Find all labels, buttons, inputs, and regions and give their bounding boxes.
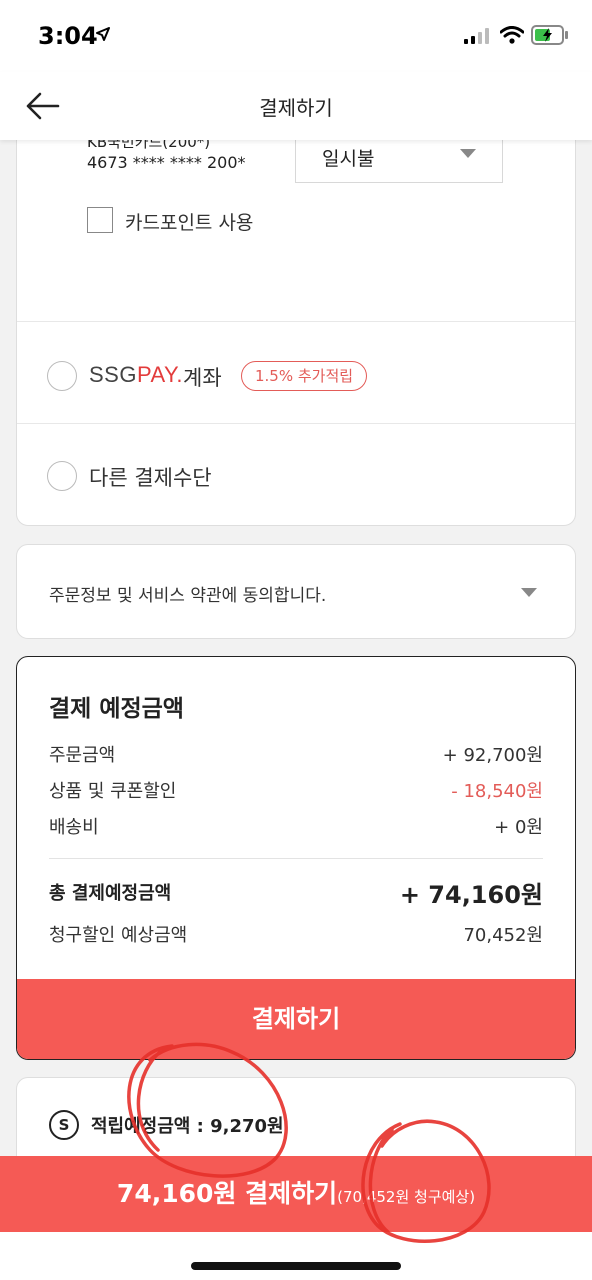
terms-agreement[interactable]: 주문정보 및 서비스 약관에 동의합니다. [16, 544, 576, 639]
summary-billing-row: 청구할인 예상금액 70,452원 [49, 921, 543, 949]
summary-row-shipping: 배송비 + 0원 [49, 813, 543, 841]
status-bar: 3:04 [0, 0, 592, 72]
bottom-pay-main-text: 74,160원 결제하기 [116, 1179, 338, 1208]
other-payment-option[interactable]: 다른 결제수단 [47, 461, 347, 495]
ssgpay-account-option[interactable]: SSGPAY. 계좌 1.5% 추가적립 [47, 361, 387, 395]
ssgpay-logo-ssg: SSG [89, 362, 137, 387]
status-time: 3:04 [38, 22, 98, 50]
page-title: 결제하기 [259, 96, 333, 120]
terms-text: 주문정보 및 서비스 약관에 동의합니다. [49, 586, 327, 606]
wifi-icon [500, 26, 524, 44]
total-value: + 74,160원 [399, 881, 543, 909]
checkbox-icon[interactable] [87, 207, 113, 233]
ssgpay-logo: SSGPAY. [89, 362, 183, 388]
other-payment-label: 다른 결제수단 [89, 466, 212, 490]
summary-row-value: - 18,540원 [451, 781, 543, 802]
radio-icon[interactable] [47, 461, 77, 491]
radio-icon[interactable] [47, 361, 77, 391]
summary-row-order: 주문금액 + 92,700원 [49, 741, 543, 769]
summary-row-label: 배송비 [49, 817, 99, 838]
billing-value: 70,452원 [463, 925, 543, 946]
summary-row-value: + 92,700원 [442, 745, 543, 766]
signal-icon [464, 28, 489, 44]
points-label: 적립예정금액 : 9,270원 [91, 1116, 284, 1137]
summary-row-label: 주문금액 [49, 745, 116, 766]
summary-title: 결제 예정금액 [49, 696, 184, 722]
pay-button[interactable]: 결제하기 [17, 979, 575, 1059]
home-area [0, 1232, 592, 1280]
bottom-pay-button[interactable]: 74,160원 결제하기(70,452원 청구예상) [0, 1156, 592, 1232]
nav-bar: 결제하기 [0, 72, 592, 140]
divider [17, 321, 575, 322]
ssgpay-account-label: 계좌 [183, 366, 222, 390]
divider [17, 423, 575, 424]
chevron-down-icon[interactable] [521, 588, 537, 598]
dropdown-arrow-icon [460, 149, 476, 158]
card-point-label: 카드포인트 사용 [125, 212, 254, 234]
location-arrow-icon [96, 27, 110, 41]
points-s-icon: S [49, 1110, 79, 1140]
summary-row-value: + 0원 [494, 817, 543, 838]
total-label: 총 결제예정금액 [49, 883, 172, 904]
summary-row-discount: 상품 및 쿠폰할인 - 18,540원 [49, 777, 543, 805]
payment-method-card: KB국민카드(200*) 4673 **** **** 200* 일시불 카드포… [16, 100, 576, 526]
summary-row-label: 상품 및 쿠폰할인 [49, 781, 177, 802]
summary-total-row: 총 결제예정금액 + 74,160원 [49, 879, 543, 909]
installment-value: 일시불 [322, 148, 375, 170]
card-number: 4673 **** **** 200* [87, 153, 246, 172]
divider [49, 858, 543, 859]
ssgpay-logo-pay: PAY. [136, 362, 184, 387]
billing-label: 청구할인 예상금액 [49, 925, 188, 946]
payment-summary: 결제 예정금액 주문금액 + 92,700원 상품 및 쿠폰할인 - 18,54… [16, 656, 576, 1060]
bottom-pay-sub-text: (70,452원 청구예상) [337, 1188, 476, 1206]
battery-charging-icon [531, 25, 568, 45]
home-indicator[interactable] [191, 1262, 401, 1270]
promo-badge: 1.5% 추가적립 [241, 361, 368, 391]
